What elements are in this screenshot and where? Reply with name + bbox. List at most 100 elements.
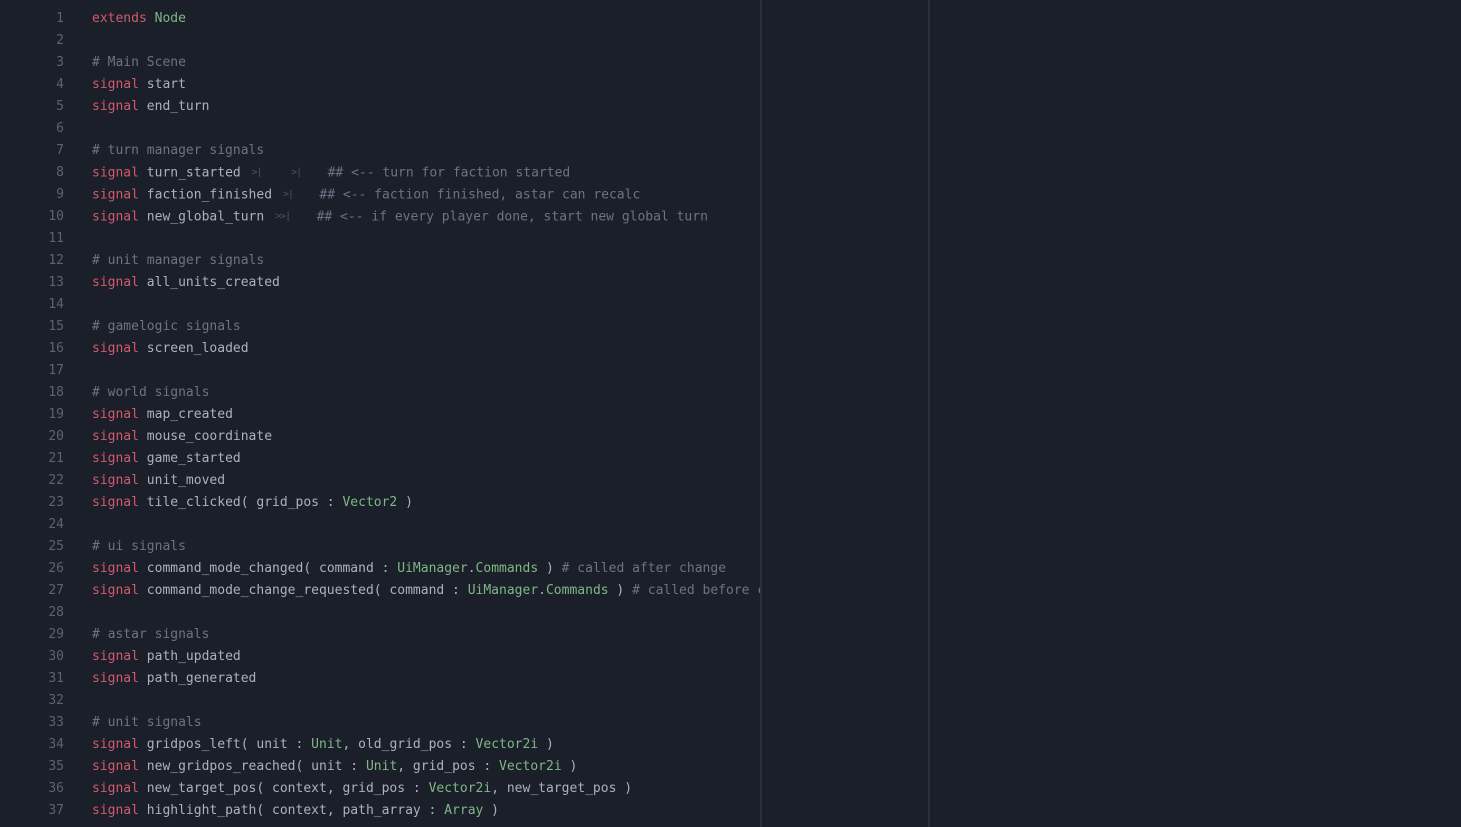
code-token: ( command : [303, 561, 397, 576]
code-line[interactable]: signal new_global_turn >>| ## <-- if eve… [92, 206, 760, 228]
line-number[interactable]: 29 [0, 624, 64, 646]
line-number[interactable]: 23 [0, 492, 64, 514]
code-line[interactable]: signal tile_clicked( grid_pos : Vector2 … [92, 492, 760, 514]
line-number-gutter[interactable]: 1234567891011121314151617181920212223242… [0, 0, 78, 827]
code-line[interactable]: signal end_turn [92, 96, 760, 118]
code-token: signal [92, 495, 139, 510]
line-number[interactable]: 19 [0, 404, 64, 426]
code-line[interactable]: # ui signals [92, 536, 760, 558]
code-line[interactable] [92, 228, 760, 250]
code-line[interactable]: # gamelogic signals [92, 316, 760, 338]
line-number[interactable]: 33 [0, 712, 64, 734]
code-line[interactable]: # turn manager signals [92, 140, 760, 162]
line-number[interactable]: 14 [0, 294, 64, 316]
line-number[interactable]: 32 [0, 690, 64, 712]
line-number[interactable]: 35 [0, 756, 64, 778]
line-number[interactable]: 18 [0, 382, 64, 404]
code-token: UiManager [468, 583, 538, 598]
code-token [139, 671, 147, 686]
line-number[interactable]: 7 [0, 140, 64, 162]
line-number[interactable]: 31 [0, 668, 64, 690]
code-line[interactable]: # unit signals [92, 712, 760, 734]
code-line[interactable]: # Main Scene [92, 52, 760, 74]
code-line[interactable] [92, 602, 760, 624]
code-line[interactable] [92, 118, 760, 140]
line-number[interactable]: 25 [0, 536, 64, 558]
code-line[interactable] [92, 514, 760, 536]
line-number[interactable]: 1 [0, 8, 64, 30]
code-token: start [147, 77, 186, 92]
line-number[interactable]: 26 [0, 558, 64, 580]
code-line[interactable]: signal all_units_created [92, 272, 760, 294]
code-line[interactable]: signal turn_started >| >| ## <-- turn fo… [92, 162, 760, 184]
code-line[interactable] [92, 294, 760, 316]
line-number[interactable]: 28 [0, 602, 64, 624]
code-line[interactable]: # unit manager signals [92, 250, 760, 272]
line-number[interactable]: 17 [0, 360, 64, 382]
code-line[interactable]: extends Node [92, 8, 760, 30]
code-token: signal [92, 803, 139, 818]
line-number[interactable]: 24 [0, 514, 64, 536]
code-line[interactable] [92, 690, 760, 712]
code-line[interactable]: # astar signals [92, 624, 760, 646]
code-token: ) [609, 583, 632, 598]
line-number[interactable]: 13 [0, 272, 64, 294]
code-line[interactable]: signal new_target_pos( context, grid_pos… [92, 778, 760, 800]
line-number[interactable]: 11 [0, 228, 64, 250]
line-number[interactable]: 27 [0, 580, 64, 602]
code-token: all_units_created [147, 275, 280, 290]
line-number[interactable]: 34 [0, 734, 64, 756]
code-line[interactable]: signal new_gridpos_reached( unit : Unit,… [92, 756, 760, 778]
code-line[interactable]: signal command_mode_changed( command : U… [92, 558, 760, 580]
line-number[interactable]: 10 [0, 206, 64, 228]
code-line[interactable]: signal gridpos_left( unit : Unit, old_gr… [92, 734, 760, 756]
code-token: Vector2 [342, 495, 397, 510]
code-line[interactable]: signal unit_moved [92, 470, 760, 492]
line-number[interactable]: 22 [0, 470, 64, 492]
code-line[interactable]: signal start [92, 74, 760, 96]
code-token: signal [92, 188, 139, 203]
code-editor[interactable]: 1234567891011121314151617181920212223242… [0, 0, 760, 827]
code-line[interactable] [92, 30, 760, 52]
code-token: tile_clicked [147, 495, 241, 510]
code-line[interactable]: signal command_mode_change_requested( co… [92, 580, 760, 602]
line-number[interactable]: 12 [0, 250, 64, 272]
code-token: Commands [476, 561, 539, 576]
line-number[interactable]: 30 [0, 646, 64, 668]
line-number[interactable]: 5 [0, 96, 64, 118]
line-number[interactable]: 15 [0, 316, 64, 338]
code-line[interactable]: signal map_created [92, 404, 760, 426]
code-line[interactable]: signal mouse_coordinate [92, 426, 760, 448]
code-token [139, 77, 147, 92]
code-line[interactable]: signal game_started [92, 448, 760, 470]
code-line[interactable]: signal highlight_path( context, path_arr… [92, 800, 760, 822]
code-token [139, 210, 147, 225]
code-line[interactable]: # world signals [92, 382, 760, 404]
code-token: new_target_pos [147, 781, 257, 796]
line-number[interactable]: 6 [0, 118, 64, 140]
code-token: # world signals [92, 385, 209, 400]
line-number[interactable]: 8 [0, 162, 64, 184]
right-panel [930, 0, 1461, 827]
line-number[interactable]: 20 [0, 426, 64, 448]
code-token: signal [92, 781, 139, 796]
code-line[interactable]: signal faction_finished >| ## <-- factio… [92, 184, 760, 206]
code-token: ( context, grid_pos : [256, 781, 428, 796]
line-number[interactable]: 36 [0, 778, 64, 800]
line-number[interactable]: 16 [0, 338, 64, 360]
code-token: command_mode_change_requested [147, 583, 374, 598]
code-line[interactable]: signal screen_loaded [92, 338, 760, 360]
code-token: signal [92, 561, 139, 576]
line-number[interactable]: 9 [0, 184, 64, 206]
line-number[interactable]: 2 [0, 30, 64, 52]
line-number[interactable]: 37 [0, 800, 64, 822]
code-line[interactable] [92, 360, 760, 382]
code-content[interactable]: extends Node # Main Scenesignal startsig… [78, 0, 760, 827]
code-token: end_turn [147, 99, 210, 114]
code-line[interactable]: signal path_generated [92, 668, 760, 690]
line-number[interactable]: 3 [0, 52, 64, 74]
line-number[interactable]: 4 [0, 74, 64, 96]
code-token: Commands [546, 583, 609, 598]
line-number[interactable]: 21 [0, 448, 64, 470]
code-line[interactable]: signal path_updated [92, 646, 760, 668]
